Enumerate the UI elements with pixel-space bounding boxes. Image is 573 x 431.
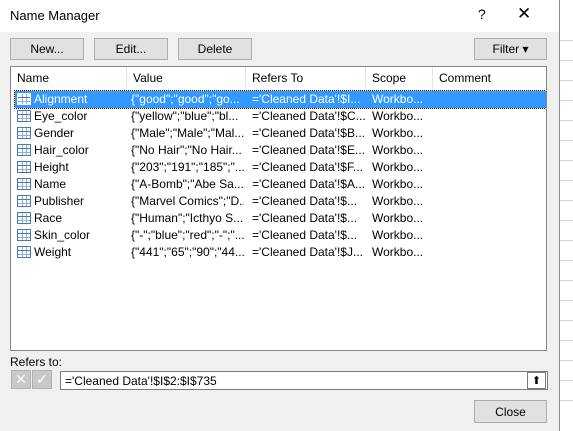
column-header-value[interactable]: Value xyxy=(127,67,246,89)
table-icon xyxy=(17,110,31,122)
table-icon xyxy=(17,161,31,173)
row-comment xyxy=(439,159,544,176)
close-button[interactable]: Close xyxy=(474,400,547,423)
table-row[interactable]: Name {"A-Bomb";"Abe Sa... ='Cleaned Data'!… xyxy=(15,176,546,193)
row-name: Gender xyxy=(34,126,75,140)
row-name: Eye_color xyxy=(34,109,88,123)
table-icon xyxy=(17,246,31,258)
row-value: {"good";"good";"go... xyxy=(131,92,240,106)
table-row[interactable]: Hair_color {"No Hair";"No Hair... ='Cleane… xyxy=(15,142,546,159)
row-comment xyxy=(439,142,544,159)
row-comment xyxy=(439,108,544,125)
row-name: Alignment xyxy=(34,92,88,106)
row-refers: ='Cleaned Data'!$B... xyxy=(252,126,365,140)
title-bar: Name Manager ? ✕ xyxy=(0,0,559,32)
column-header-refers-to[interactable]: Refers To xyxy=(246,67,366,89)
delete-button-label: Delete xyxy=(197,42,233,56)
row-comment xyxy=(439,244,544,261)
row-value: {"203";"191";"185";"... xyxy=(131,160,244,174)
row-refers: ='Cleaned Data'!$F... xyxy=(252,160,363,174)
row-value: {"No Hair";"No Hair... xyxy=(131,143,242,157)
edit-button-label: Edit... xyxy=(115,42,147,56)
table-icon xyxy=(17,178,31,190)
row-name: Height xyxy=(34,160,69,174)
row-refers: ='Cleaned Data'!$A... xyxy=(252,177,365,191)
row-name: Name xyxy=(34,177,67,191)
name-manager-dialog: Name Manager ? ✕ New... Edit... Delete F… xyxy=(0,0,560,431)
row-name: Weight xyxy=(34,245,72,259)
row-scope: Workbo... xyxy=(372,194,424,208)
table-row[interactable]: Alignment {"good";"good";"go... ='Cleaned … xyxy=(14,90,546,109)
table-row[interactable]: Race {"Human";"Icthyo S... ='Cleaned Data'… xyxy=(15,210,546,227)
column-header-comment[interactable]: Comment xyxy=(433,67,546,89)
table-row[interactable]: Skin_color {"-";"blue";"red";"-";"... ='Cl… xyxy=(15,227,546,244)
row-scope: Workbo... xyxy=(372,211,424,225)
x-icon[interactable]: ✕ xyxy=(11,370,31,389)
edit-button[interactable]: Edit... xyxy=(94,38,168,60)
column-header-scope[interactable]: Scope xyxy=(366,67,433,89)
table-icon xyxy=(17,229,31,241)
row-name: Publisher xyxy=(34,194,85,208)
table-row[interactable]: Weight {"441";"65";"90";"44... ='Cleaned D… xyxy=(15,244,546,261)
row-refers: ='Cleaned Data'!$... xyxy=(252,194,357,208)
row-scope: Workbo... xyxy=(372,143,424,157)
row-comment xyxy=(439,91,544,108)
delete-button[interactable]: Delete xyxy=(178,38,252,60)
row-name: Skin_color xyxy=(34,228,91,242)
help-icon[interactable]: ? xyxy=(478,6,486,22)
row-value: {"yellow";"blue";"bl... xyxy=(131,109,239,123)
column-header-name[interactable]: Name xyxy=(11,67,127,89)
row-comment xyxy=(439,210,544,227)
row-scope: Workbo... xyxy=(372,245,424,259)
collapse-dialog-icon[interactable]: ⬆ xyxy=(527,372,546,389)
row-refers: ='Cleaned Data'!$E... xyxy=(252,143,365,157)
close-button-label: Close xyxy=(495,404,526,419)
row-value: {"-";"blue";"red";"-";"... xyxy=(131,228,244,242)
row-scope: Workbo... xyxy=(372,92,424,106)
new-button-label: New... xyxy=(30,42,64,56)
table-icon xyxy=(17,127,31,139)
row-refers: ='Cleaned Data'!$I... xyxy=(252,92,361,106)
table-icon xyxy=(17,212,31,224)
table-icon xyxy=(17,144,31,156)
row-name: Race xyxy=(34,211,63,225)
row-comment xyxy=(439,227,544,244)
row-value: {"Male";"Male";"Mal... xyxy=(131,126,244,140)
filter-button-label: Filter ▾ xyxy=(492,42,529,56)
row-refers: ='Cleaned Data'!$J... xyxy=(252,245,363,259)
table-row[interactable]: Height {"203";"191";"185";"... ='Cleaned D… xyxy=(15,159,546,176)
filter-button[interactable]: Filter ▾ xyxy=(474,38,547,60)
new-button[interactable]: New... xyxy=(10,38,84,60)
refers-to-label: Refers to: xyxy=(10,355,63,369)
table-row[interactable]: Eye_color {"yellow";"blue";"bl... ='Cleane… xyxy=(15,108,546,125)
list-header: Name Value Refers To Scope Comment xyxy=(11,67,546,89)
table-row[interactable]: Gender {"Male";"Male";"Mal... ='Cleaned Da… xyxy=(15,125,546,142)
row-value: {"441";"65";"90";"44... xyxy=(131,245,244,259)
close-icon[interactable]: ✕ xyxy=(517,4,531,24)
row-scope: Workbo... xyxy=(372,177,424,191)
row-comment xyxy=(439,125,544,142)
row-value: {"Human";"Icthyo S... xyxy=(131,211,244,225)
row-value: {"A-Bomb";"Abe Sa... xyxy=(131,177,244,191)
row-comment xyxy=(439,176,544,193)
row-scope: Workbo... xyxy=(372,228,424,242)
refers-to-input[interactable] xyxy=(60,371,548,390)
row-refers: ='Cleaned Data'!$C... xyxy=(252,109,366,123)
row-refers: ='Cleaned Data'!$... xyxy=(252,211,357,225)
row-scope: Workbo... xyxy=(372,160,424,174)
row-value: {"Marvel Comics";"D... xyxy=(131,194,244,208)
row-name: Hair_color xyxy=(34,143,89,157)
row-comment xyxy=(439,193,544,210)
row-refers: ='Cleaned Data'!$... xyxy=(252,228,357,242)
dialog-title: Name Manager xyxy=(10,8,100,23)
names-list[interactable]: Name Value Refers To Scope Comment Align… xyxy=(10,66,547,351)
check-icon[interactable]: ✓ xyxy=(32,370,52,389)
table-icon xyxy=(17,195,31,207)
row-scope: Workbo... xyxy=(372,126,424,140)
table-icon xyxy=(17,93,31,105)
table-row[interactable]: Publisher {"Marvel Comics";"D... ='Cleaned… xyxy=(15,193,546,210)
row-scope: Workbo... xyxy=(372,109,424,123)
